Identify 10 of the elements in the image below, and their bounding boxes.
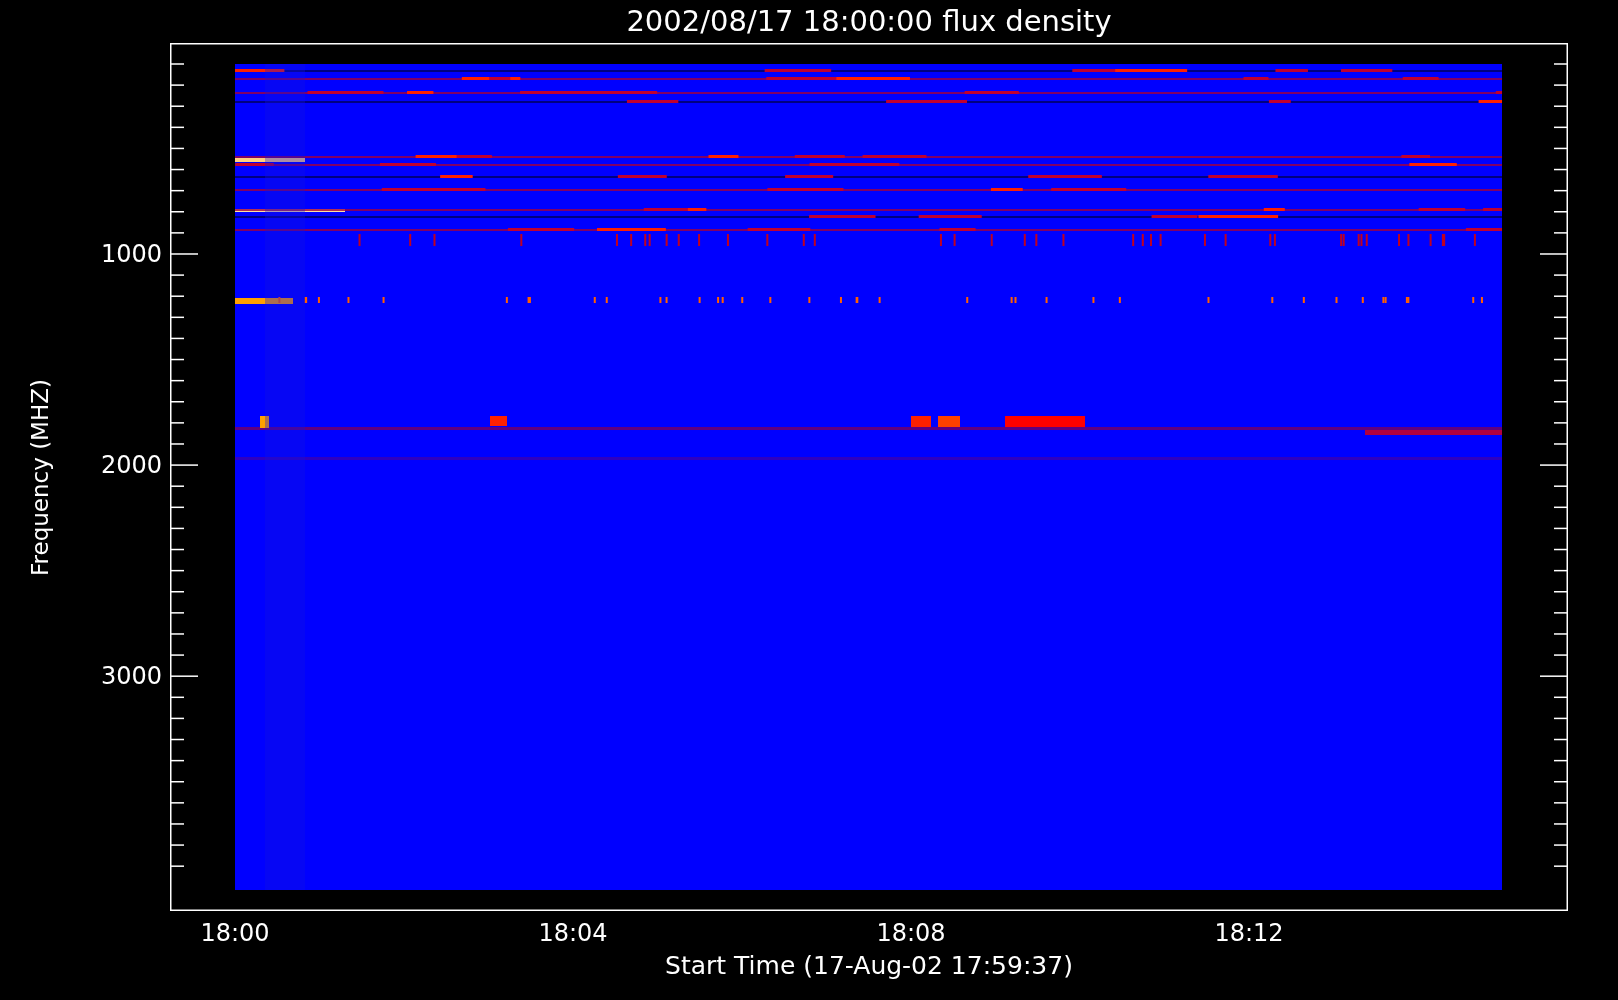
x-tick-label: 18:00 bbox=[200, 921, 270, 945]
y-tick-label: 1000 bbox=[100, 242, 162, 266]
x-tick-label: 18:08 bbox=[876, 921, 946, 945]
y-tick-label: 3000 bbox=[100, 664, 162, 689]
y-axis-title: Frequency (MHZ) bbox=[28, 378, 52, 576]
x-tick-label: 18:12 bbox=[1214, 921, 1284, 945]
chart-title: 2002/08/17 18:00:00 flux density bbox=[626, 7, 1112, 36]
x-axis-title: Start Time (17-Aug-02 17:59:37) bbox=[665, 953, 1073, 978]
y-tick-label: 2000 bbox=[100, 453, 162, 478]
x-tick-label: 18:04 bbox=[538, 921, 608, 945]
